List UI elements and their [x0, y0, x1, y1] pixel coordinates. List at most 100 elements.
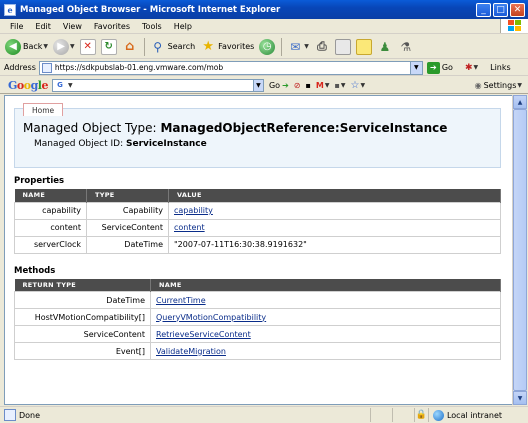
property-name: serverClock	[14, 235, 87, 254]
history-button[interactable]: ◷	[257, 37, 277, 57]
star-bookmark-icon[interactable]: ☆	[351, 80, 360, 91]
edit-button[interactable]	[333, 37, 353, 57]
status-panel	[369, 408, 392, 422]
google-search-input[interactable]: G ▼ ▼	[51, 78, 264, 92]
print-icon: ⎙	[317, 39, 327, 53]
table-row: HostVMotionCompatibility[] QueryVMotionC…	[14, 308, 501, 326]
search-button[interactable]: ⚲ Search	[148, 37, 197, 57]
menu-help[interactable]: Help	[168, 22, 198, 31]
method-link[interactable]: RetrieveServiceContent	[156, 330, 251, 339]
research-button[interactable]: ⚗	[396, 37, 416, 57]
scroll-up-icon[interactable]: ▲	[513, 95, 527, 109]
vertical-scrollbar[interactable]: ▲ ▼	[512, 95, 527, 405]
toolbar-separator	[143, 37, 145, 56]
chevron-down-icon[interactable]: ▼	[252, 79, 263, 91]
go-button[interactable]: ➔ Go	[426, 61, 453, 74]
bookmark-icon[interactable]: ▪	[335, 81, 340, 90]
security-zone[interactable]: Local intranet	[427, 408, 528, 422]
windows-logo-icon	[500, 19, 528, 33]
chevron-down-icon[interactable]: ▼	[474, 64, 479, 71]
lock-icon[interactable]: 🔒	[413, 408, 428, 422]
chevron-down-icon[interactable]: ▼	[341, 82, 346, 89]
home-button[interactable]: ⌂	[120, 37, 140, 57]
links-label[interactable]: Links	[490, 63, 511, 72]
address-url[interactable]: https://sdkpubslab-01.eng.vmware.com/mob	[55, 63, 410, 72]
menu-edit[interactable]: Edit	[29, 22, 57, 31]
star-icon: ★	[202, 39, 214, 54]
menu-tools[interactable]: Tools	[136, 22, 168, 31]
chevron-down-icon[interactable]: ▼	[409, 61, 422, 74]
properties-table: NAME TYPE VALUE capability Capability ca…	[14, 189, 501, 254]
stop-button[interactable]: ✕	[78, 37, 98, 57]
favorites-button[interactable]: ★ Favorites	[198, 37, 256, 57]
property-type: DateTime	[86, 235, 169, 254]
back-button[interactable]: ◀ Back ▼	[3, 37, 50, 57]
research-icon: ⚗	[400, 39, 412, 54]
address-input[interactable]: https://sdkpubslab-01.eng.vmware.com/mob…	[38, 60, 423, 75]
menu-file[interactable]: File	[4, 22, 29, 31]
managed-object-header: Home Managed Object Type: ManagedObjectR…	[14, 103, 501, 168]
popup-blocker-icon[interactable]: ⊘	[294, 81, 301, 90]
settings-button[interactable]: ◉ Settings ▼	[475, 81, 522, 90]
method-return-type: HostVMotionCompatibility[]	[14, 308, 151, 326]
close-button[interactable]: ✕	[510, 2, 525, 17]
separator-icon: ▪	[305, 80, 311, 90]
status-bar: Done 🔒 Local intranet	[0, 406, 528, 423]
methods-heading: Methods	[14, 265, 56, 276]
property-type: ServiceContent	[86, 218, 169, 237]
method-return-type: DateTime	[14, 291, 151, 309]
intranet-globe-icon	[432, 409, 444, 421]
minimize-button[interactable]: _	[476, 2, 491, 17]
toolbar-extension-icon[interactable]: ✱	[465, 63, 473, 73]
column-header: RETURN TYPE	[14, 278, 151, 292]
google-go-button[interactable]: Go ➔	[269, 81, 289, 90]
page-done-icon	[4, 409, 16, 421]
method-link[interactable]: ValidateMigration	[156, 347, 226, 356]
chevron-down-icon[interactable]: ▼	[70, 43, 75, 50]
table-row: serverClock DateTime "2007-07-11T16:30:3…	[14, 235, 501, 254]
table-row: capability Capability capability	[14, 201, 501, 220]
column-header: TYPE	[86, 189, 169, 202]
gmail-icon[interactable]: M	[316, 81, 324, 90]
print-button[interactable]: ⎙	[312, 37, 332, 57]
title-bar: e Managed Object Browser - Microsoft Int…	[0, 0, 528, 19]
chevron-down-icon[interactable]: ▼	[68, 82, 73, 89]
column-header: NAME	[14, 189, 87, 202]
property-value-link[interactable]: capability	[174, 206, 213, 215]
method-return-type: ServiceContent	[14, 325, 151, 343]
managed-object-type: Managed Object Type: ManagedObjectRefere…	[23, 121, 447, 135]
refresh-icon: ↻	[100, 38, 117, 55]
forward-button[interactable]: ▶ ▼	[51, 37, 77, 57]
property-value: "2007-07-11T16:30:38.9191632"	[168, 235, 501, 254]
column-header: VALUE	[168, 189, 501, 202]
column-header: NAME	[150, 278, 501, 292]
home-tab[interactable]: Home	[23, 103, 64, 116]
google-logo[interactable]: Google	[8, 79, 48, 92]
method-link[interactable]: CurrentTime	[156, 296, 206, 305]
maximize-button[interactable]: □	[493, 2, 508, 17]
search-label: Search	[167, 42, 196, 51]
method-link[interactable]: QueryVMotionCompatibility	[156, 313, 266, 322]
forward-arrow-icon: ▶	[53, 38, 70, 55]
history-icon: ◷	[259, 38, 276, 55]
chevron-down-icon[interactable]: ▼	[361, 82, 366, 89]
messenger-icon: ♟	[379, 39, 391, 54]
chevron-down-icon[interactable]: ▼	[43, 43, 48, 50]
chevron-down-icon[interactable]: ▼	[325, 82, 330, 89]
scroll-down-icon[interactable]: ▼	[513, 391, 527, 405]
mo-type-prefix: Managed Object Type:	[23, 121, 157, 135]
refresh-button[interactable]: ↻	[99, 37, 119, 57]
menu-view[interactable]: View	[57, 22, 88, 31]
menu-favorites[interactable]: Favorites	[88, 22, 136, 31]
back-label: Back	[23, 42, 43, 51]
property-value-link[interactable]: content	[174, 223, 205, 232]
mo-type-value: ManagedObjectReference:ServiceInstance	[160, 121, 448, 135]
notes-button[interactable]	[354, 37, 374, 57]
notes-icon	[355, 38, 372, 55]
messenger-button[interactable]: ♟	[375, 37, 395, 57]
mail-button[interactable]: ✉ ▼	[285, 37, 311, 57]
scroll-thumb[interactable]	[513, 109, 527, 391]
table-row: content ServiceContent content	[14, 218, 501, 237]
stop-icon: ✕	[79, 38, 96, 55]
chevron-down-icon[interactable]: ▼	[304, 43, 309, 50]
